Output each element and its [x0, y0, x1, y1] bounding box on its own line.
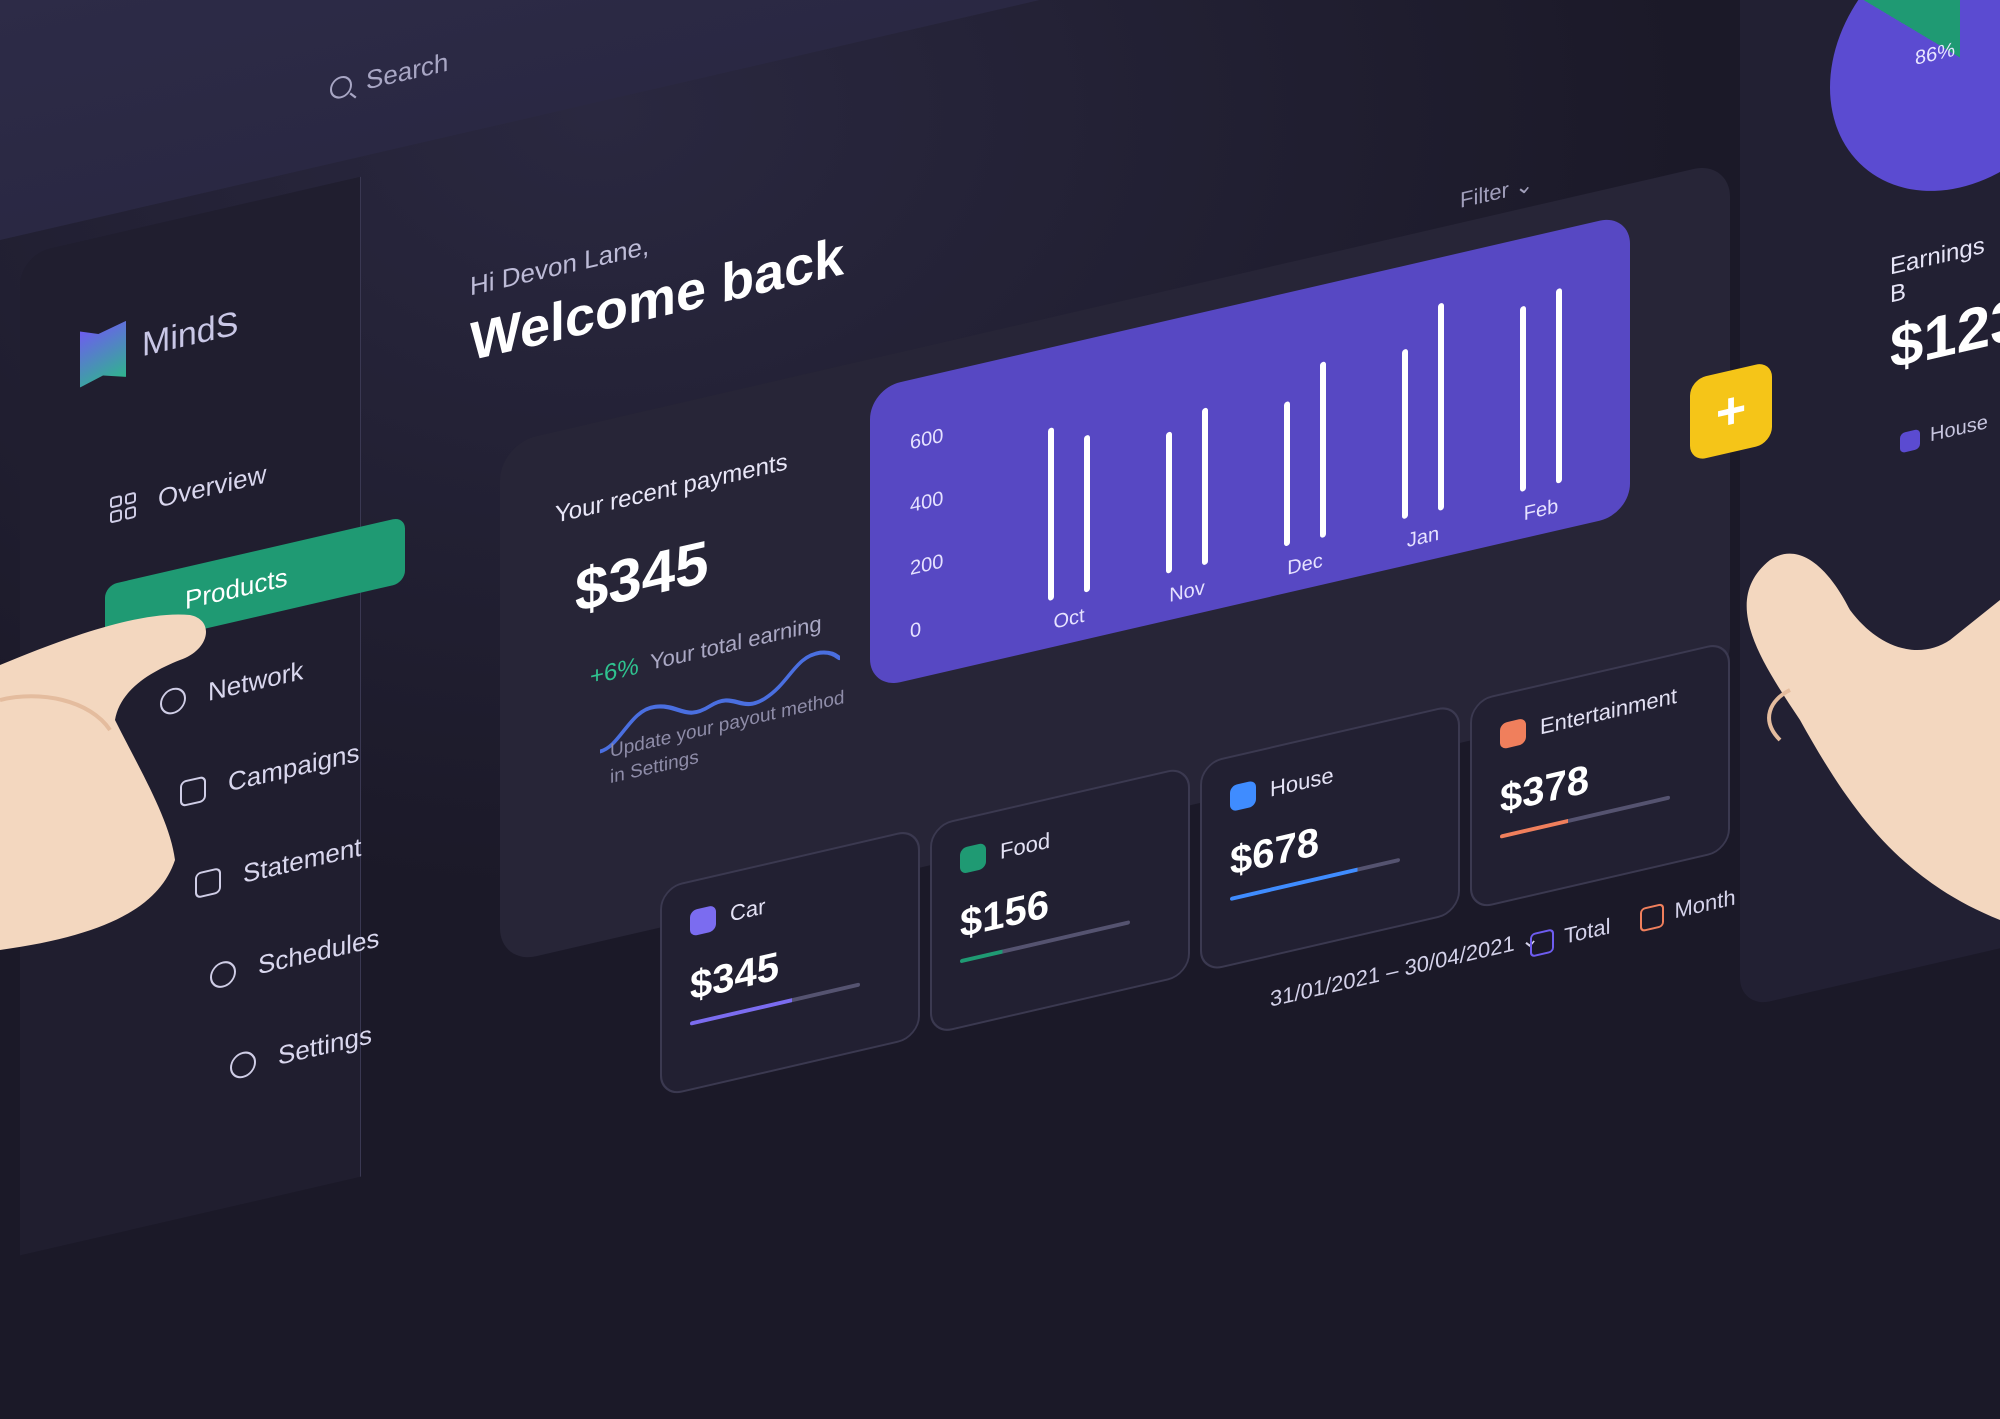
food-color-swatch [960, 842, 986, 875]
house-color-swatch [1230, 780, 1256, 813]
x-tick-label: Dec [1287, 550, 1323, 580]
y-tick-label: 0 [910, 619, 921, 643]
x-tick-label: Nov [1169, 577, 1205, 607]
category-value: $678 [1230, 819, 1319, 885]
category-name: Car [730, 893, 766, 927]
users-icon [160, 684, 186, 717]
search-icon [330, 73, 352, 101]
gear-icon [230, 1048, 256, 1081]
category-value: $378 [1500, 757, 1589, 822]
category-name: House [1270, 762, 1334, 802]
category-name: Food [1000, 827, 1051, 865]
x-tick-label: Oct [1053, 605, 1084, 634]
y-tick-label: 600 [910, 425, 943, 454]
category-name: Entertainment [1540, 682, 1677, 740]
page-title: Welcome back [470, 226, 845, 373]
filter-label: Filter [1460, 176, 1509, 213]
category-value: $156 [960, 881, 1049, 947]
chevron-down-icon: ⌄ [1515, 170, 1534, 201]
document-icon [195, 866, 221, 899]
sidebar-item-label: Products [185, 561, 288, 615]
y-tick-label: 400 [910, 488, 943, 517]
compass-icon [210, 958, 236, 991]
chart-icon [180, 774, 206, 807]
x-tick-label: Feb [1524, 495, 1558, 525]
y-tick-label: 200 [910, 551, 943, 580]
house-swatch [1900, 428, 1920, 453]
category-value: $345 [690, 944, 779, 1009]
grid-icon [110, 491, 136, 524]
x-tick-label: Jan [1407, 523, 1439, 552]
logo-icon [80, 321, 126, 388]
entertainment-color-swatch [1500, 717, 1526, 750]
car-color-swatch [690, 904, 716, 937]
